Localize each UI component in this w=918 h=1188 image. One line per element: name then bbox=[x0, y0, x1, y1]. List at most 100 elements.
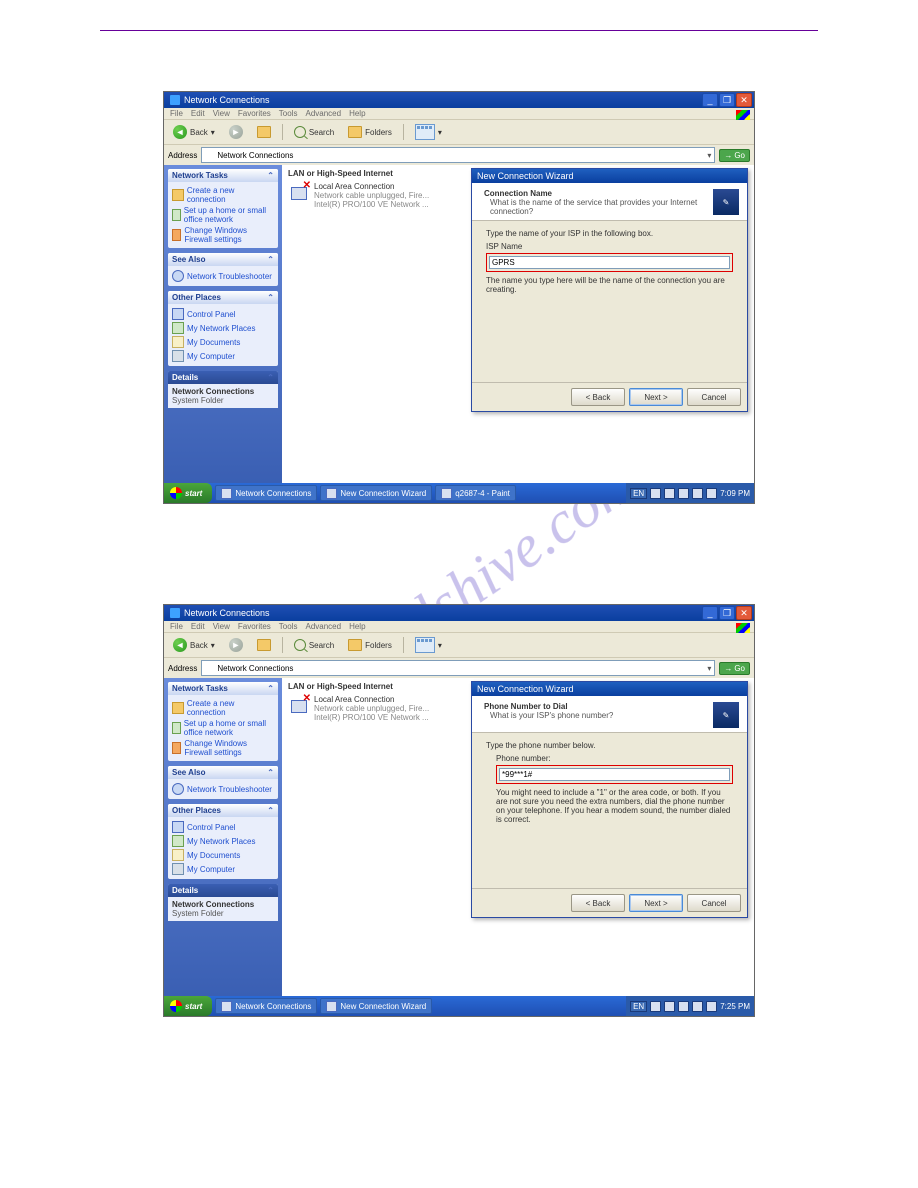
tray-icon[interactable] bbox=[664, 1001, 675, 1012]
collapse-icon[interactable]: ⌃ bbox=[267, 886, 274, 895]
panel-header[interactable]: Other Places⌃ bbox=[168, 804, 278, 817]
dropdown-icon[interactable]: ▾ bbox=[438, 641, 442, 650]
link-control-panel[interactable]: Control Panel bbox=[172, 307, 274, 321]
tray-icon[interactable] bbox=[678, 1001, 689, 1012]
close-button[interactable]: ✕ bbox=[736, 93, 752, 107]
panel-header[interactable]: See Also⌃ bbox=[168, 253, 278, 266]
collapse-icon[interactable]: ⌃ bbox=[267, 684, 274, 693]
link-network-places[interactable]: My Network Places bbox=[172, 321, 274, 335]
link-setup-network[interactable]: Set up a home or small office network bbox=[172, 718, 274, 738]
forward-button[interactable]: ► bbox=[224, 636, 248, 654]
back-button[interactable]: < Back bbox=[571, 388, 625, 406]
up-button[interactable] bbox=[252, 637, 276, 653]
link-my-documents[interactable]: My Documents bbox=[172, 335, 274, 349]
taskbar-item[interactable]: New Connection Wizard bbox=[320, 998, 432, 1014]
maximize-button[interactable]: ❐ bbox=[719, 93, 735, 107]
collapse-icon[interactable]: ⌃ bbox=[267, 806, 274, 815]
dropdown-icon[interactable]: ▾ bbox=[211, 641, 215, 650]
close-button[interactable]: ✕ bbox=[736, 606, 752, 620]
panel-header[interactable]: Network Tasks⌃ bbox=[168, 682, 278, 695]
panel-header[interactable]: Network Tasks ⌃ bbox=[168, 169, 278, 182]
link-change-firewall[interactable]: Change Windows Firewall settings bbox=[172, 738, 274, 758]
collapse-icon[interactable]: ⌃ bbox=[267, 768, 274, 777]
link-my-documents[interactable]: My Documents bbox=[172, 848, 274, 862]
menu-edit[interactable]: Edit bbox=[191, 622, 205, 631]
next-button[interactable]: Next > bbox=[629, 894, 683, 912]
clock[interactable]: 7:25 PM bbox=[720, 1002, 750, 1011]
tray-icon[interactable] bbox=[706, 488, 717, 499]
minimize-button[interactable]: _ bbox=[702, 606, 718, 620]
link-control-panel[interactable]: Control Panel bbox=[172, 820, 274, 834]
views-button[interactable]: ▾ bbox=[410, 122, 447, 142]
taskbar-item[interactable]: q2687-4 - Paint bbox=[435, 485, 516, 501]
tray-icon[interactable] bbox=[664, 488, 675, 499]
link-my-computer[interactable]: My Computer bbox=[172, 862, 274, 876]
maximize-button[interactable]: ❐ bbox=[719, 606, 735, 620]
minimize-button[interactable]: _ bbox=[702, 93, 718, 107]
menu-help[interactable]: Help bbox=[349, 622, 365, 631]
address-combo[interactable]: Network Connections ▾ bbox=[201, 147, 715, 163]
combo-dropdown-icon[interactable]: ▾ bbox=[707, 664, 711, 673]
next-button[interactable]: Next > bbox=[629, 388, 683, 406]
tray-icon[interactable] bbox=[706, 1001, 717, 1012]
folders-button[interactable]: Folders bbox=[343, 637, 397, 653]
panel-header[interactable]: Details⌃ bbox=[168, 371, 278, 384]
menu-favorites[interactable]: Favorites bbox=[238, 109, 271, 118]
search-button[interactable]: Search bbox=[289, 637, 339, 653]
start-button[interactable]: start bbox=[164, 996, 212, 1016]
taskbar-item[interactable]: Network Connections bbox=[215, 485, 317, 501]
up-button[interactable] bbox=[252, 124, 276, 140]
link-network-places[interactable]: My Network Places bbox=[172, 834, 274, 848]
collapse-icon[interactable]: ⌃ bbox=[267, 171, 274, 180]
combo-dropdown-icon[interactable]: ▾ bbox=[707, 151, 711, 160]
language-indicator[interactable]: EN bbox=[630, 1001, 647, 1012]
back-button[interactable]: ◄ Back ▾ bbox=[168, 636, 220, 654]
address-combo[interactable]: Network Connections ▾ bbox=[201, 660, 715, 676]
link-setup-network[interactable]: Set up a home or small office network bbox=[172, 205, 274, 225]
views-button[interactable]: ▾ bbox=[410, 635, 447, 655]
go-button[interactable]: → Go bbox=[719, 149, 750, 162]
search-button[interactable]: Search bbox=[289, 124, 339, 140]
menu-advanced[interactable]: Advanced bbox=[305, 622, 341, 631]
panel-header[interactable]: Details⌃ bbox=[168, 884, 278, 897]
start-button[interactable]: start bbox=[164, 483, 212, 503]
collapse-icon[interactable]: ⌃ bbox=[267, 293, 274, 302]
dropdown-icon[interactable]: ▾ bbox=[438, 128, 442, 137]
back-button[interactable]: ◄ Back ▾ bbox=[168, 123, 220, 141]
menu-view[interactable]: View bbox=[213, 109, 230, 118]
link-create-connection[interactable]: Create a new connection bbox=[172, 698, 274, 718]
tray-icon[interactable] bbox=[650, 1001, 661, 1012]
panel-header[interactable]: Other Places⌃ bbox=[168, 291, 278, 304]
language-indicator[interactable]: EN bbox=[630, 488, 647, 499]
collapse-icon[interactable]: ⌃ bbox=[267, 255, 274, 264]
menu-advanced[interactable]: Advanced bbox=[305, 109, 341, 118]
forward-button[interactable]: ► bbox=[224, 123, 248, 141]
dropdown-icon[interactable]: ▾ bbox=[211, 128, 215, 137]
phone-number-input[interactable] bbox=[499, 768, 730, 781]
tray-icon[interactable] bbox=[692, 1001, 703, 1012]
link-change-firewall[interactable]: Change Windows Firewall settings bbox=[172, 225, 274, 245]
go-button[interactable]: → Go bbox=[719, 662, 750, 675]
taskbar-item[interactable]: Network Connections bbox=[215, 998, 317, 1014]
link-troubleshooter[interactable]: Network Troubleshooter bbox=[172, 269, 274, 283]
menu-tools[interactable]: Tools bbox=[279, 622, 298, 631]
menu-file[interactable]: File bbox=[170, 109, 183, 118]
isp-name-input[interactable] bbox=[489, 256, 730, 269]
link-troubleshooter[interactable]: Network Troubleshooter bbox=[172, 782, 274, 796]
menu-file[interactable]: File bbox=[170, 622, 183, 631]
tray-icon[interactable] bbox=[692, 488, 703, 499]
tray-icon[interactable] bbox=[650, 488, 661, 499]
clock[interactable]: 7:09 PM bbox=[720, 489, 750, 498]
collapse-icon[interactable]: ⌃ bbox=[267, 373, 274, 382]
folders-button[interactable]: Folders bbox=[343, 124, 397, 140]
cancel-button[interactable]: Cancel bbox=[687, 388, 741, 406]
tray-icon[interactable] bbox=[678, 488, 689, 499]
cancel-button[interactable]: Cancel bbox=[687, 894, 741, 912]
panel-header[interactable]: See Also⌃ bbox=[168, 766, 278, 779]
menu-favorites[interactable]: Favorites bbox=[238, 622, 271, 631]
link-create-connection[interactable]: Create a new connection bbox=[172, 185, 274, 205]
menu-edit[interactable]: Edit bbox=[191, 109, 205, 118]
menu-tools[interactable]: Tools bbox=[279, 109, 298, 118]
menu-help[interactable]: Help bbox=[349, 109, 365, 118]
menu-view[interactable]: View bbox=[213, 622, 230, 631]
